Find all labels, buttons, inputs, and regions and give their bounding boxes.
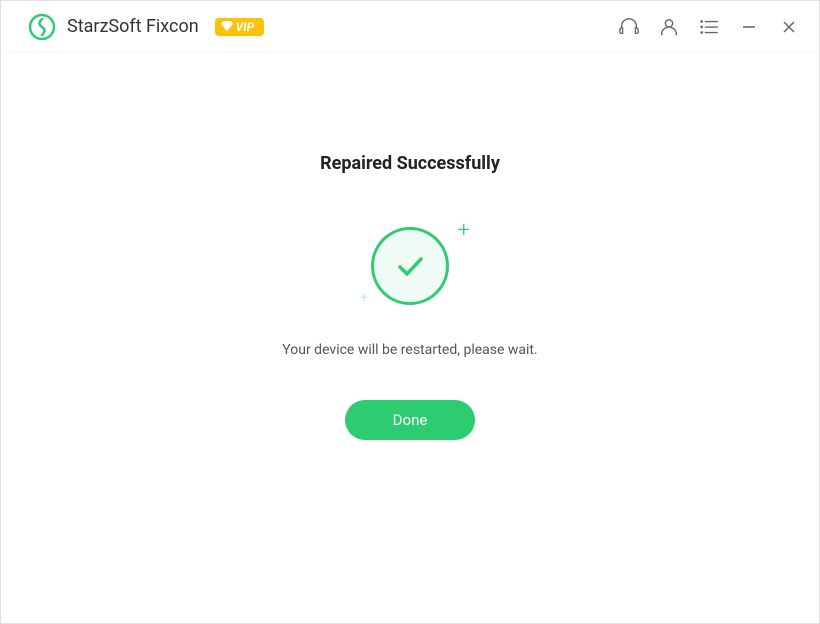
done-button[interactable]: Done [345,400,476,440]
minimize-button[interactable] [737,15,761,39]
menu-icon[interactable] [697,15,721,39]
checkmark-circle-icon [371,227,449,305]
status-heading: Repaired Successfully [320,153,500,174]
status-subtext: Your device will be restarted, please wa… [282,342,537,358]
titlebar-left: StarzSoft Fixcon VIP [29,14,264,40]
app-window: StarzSoft Fixcon VIP [0,0,820,624]
diamond-icon [221,20,233,34]
close-button[interactable] [777,15,801,39]
support-icon[interactable] [617,15,641,39]
success-icon: + + [350,216,470,316]
vip-badge[interactable]: VIP [215,18,265,36]
plus-decoration-small: + [360,290,368,306]
app-logo-icon [29,14,55,40]
titlebar: StarzSoft Fixcon VIP [1,1,819,53]
vip-badge-text: VIP [236,20,255,34]
titlebar-right [617,15,801,39]
user-icon[interactable] [657,15,681,39]
plus-decoration-large: + [458,218,470,243]
main-content: Repaired Successfully + + Your device wi… [1,53,819,623]
app-title: StarzSoft Fixcon [67,16,199,37]
